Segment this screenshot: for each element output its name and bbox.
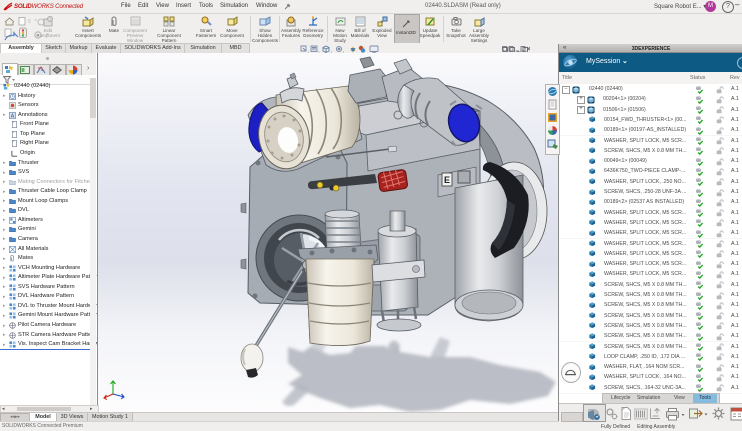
- svg-text:E: E: [444, 175, 450, 185]
- svg-text:A: A: [11, 113, 15, 118]
